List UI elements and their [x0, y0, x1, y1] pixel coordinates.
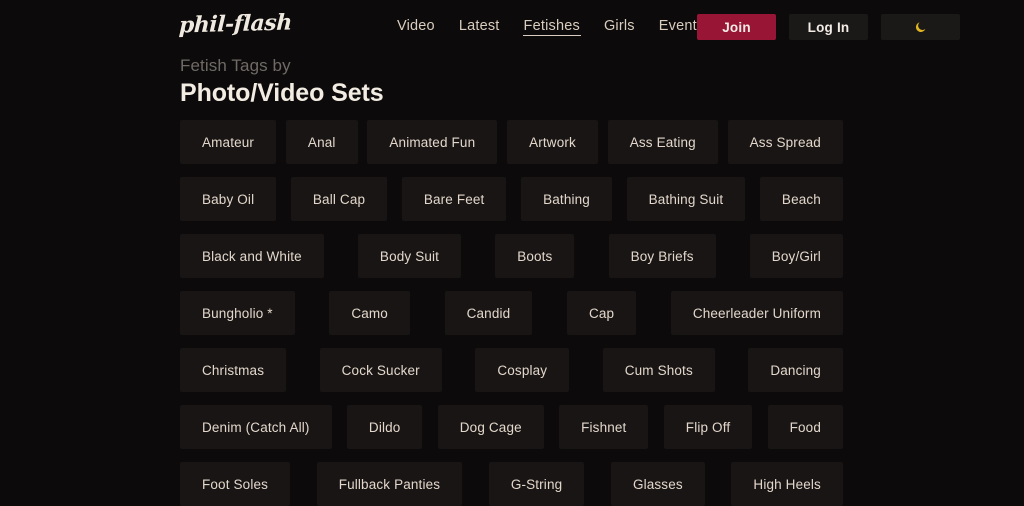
tag-bathing[interactable]: Bathing [521, 177, 612, 221]
tag-ass-spread[interactable]: Ass Spread [727, 120, 843, 164]
tag-cosplay[interactable]: Cosplay [475, 348, 570, 392]
page-root: phil-flash Video Latest Fetishes Girls Event… [0, 0, 1024, 506]
logo-text: phil-flash [178, 9, 293, 39]
tag-camo[interactable]: Camo [329, 291, 410, 335]
tag-foot-soles[interactable]: Foot Soles [180, 462, 291, 506]
tag-row: Bungholio * Camo Candid Cap Cheerleader Unif… [180, 291, 843, 335]
tag-bathing-suit[interactable]: Bathing Suit [626, 177, 746, 221]
tag-row: Amateur Anal Animated Fun Artwork Ass Eating… [180, 120, 843, 164]
site-header: phil-flash Video Latest Fetishes Girls Event… [0, 0, 1024, 52]
page-title-block: Fetish Tags by Photo/Video Sets [180, 55, 384, 109]
tag-artwork[interactable]: Artwork [507, 120, 598, 164]
tag-bare-feet[interactable]: Bare Feet [401, 177, 507, 221]
tag-baby-oil[interactable]: Baby Oil [180, 177, 277, 221]
tag-christmas[interactable]: Christmas [180, 348, 287, 392]
tag-cock-sucker[interactable]: Cock Sucker [319, 348, 442, 392]
join-button[interactable]: Join [697, 14, 776, 40]
tag-boots[interactable]: Boots [495, 234, 575, 278]
tag-high-heels[interactable]: High Heels [731, 462, 843, 506]
tag-row: Foot Soles Fullback Panties G-String Glasse… [180, 462, 843, 506]
tag-candid[interactable]: Candid [444, 291, 533, 335]
tag-dancing[interactable]: Dancing [748, 348, 843, 392]
tag-cum-shots[interactable]: Cum Shots [602, 348, 715, 392]
tag-boy-briefs[interactable]: Boy Briefs [608, 234, 716, 278]
tag-animated-fun[interactable]: Animated Fun [367, 120, 498, 164]
tag-glasses[interactable]: Glasses [610, 462, 705, 506]
page-title: Photo/Video Sets [180, 79, 384, 108]
tag-body-suit[interactable]: Body Suit [357, 234, 462, 278]
tag-dog-cage[interactable]: Dog Cage [437, 405, 544, 449]
tag-beach[interactable]: Beach [759, 177, 843, 221]
login-button[interactable]: Log In [789, 14, 868, 40]
tag-row: Denim (Catch All) Dildo Dog Cage Fishnet Fli… [180, 405, 843, 449]
page-kicker: Fetish Tags by [180, 56, 291, 75]
theme-toggle-button[interactable] [881, 14, 960, 40]
tag-dildo[interactable]: Dildo [346, 405, 423, 449]
tag-cheerleader-uniform[interactable]: Cheerleader Uniform [670, 291, 843, 335]
tag-ball-cap[interactable]: Ball Cap [290, 177, 388, 221]
tag-denim-catch-all[interactable]: Denim (Catch All) [180, 405, 332, 449]
tag-black-and-white[interactable]: Black and White [180, 234, 324, 278]
tag-fullback-panties[interactable]: Fullback Panties [316, 462, 463, 506]
tag-cap[interactable]: Cap [566, 291, 637, 335]
nav-item-video[interactable]: Video [396, 16, 436, 36]
tag-food[interactable]: Food [767, 405, 843, 449]
main-nav: Video Latest Fetishes Girls Events [396, 0, 705, 52]
phil-flash-logo[interactable]: phil-flash [178, 6, 293, 42]
nav-item-girls[interactable]: Girls [603, 16, 636, 36]
moon-icon [915, 21, 926, 32]
nav-item-fetishes[interactable]: Fetishes [522, 16, 581, 36]
fetish-tag-grid: Amateur Anal Animated Fun Artwork Ass Eating… [180, 120, 843, 506]
tag-row: Black and White Body Suit Boots Boy Briefs B… [180, 234, 843, 278]
header-actions: Join Log In [697, 14, 960, 40]
tag-fishnet[interactable]: Fishnet [559, 405, 649, 449]
tag-bungholio[interactable]: Bungholio * [180, 291, 295, 335]
nav-item-latest[interactable]: Latest [458, 16, 501, 36]
tag-boy-girl[interactable]: Boy/Girl [749, 234, 843, 278]
tag-g-string[interactable]: G-String [488, 462, 585, 506]
tag-flip-off[interactable]: Flip Off [663, 405, 753, 449]
tag-amateur[interactable]: Amateur [180, 120, 277, 164]
tag-anal[interactable]: Anal [285, 120, 358, 164]
tag-row: Baby Oil Ball Cap Bare Feet Bathing Bathing … [180, 177, 843, 221]
tag-ass-eating[interactable]: Ass Eating [607, 120, 718, 164]
tag-row: Christmas Cock Sucker Cosplay Cum Shots Danc… [180, 348, 843, 392]
